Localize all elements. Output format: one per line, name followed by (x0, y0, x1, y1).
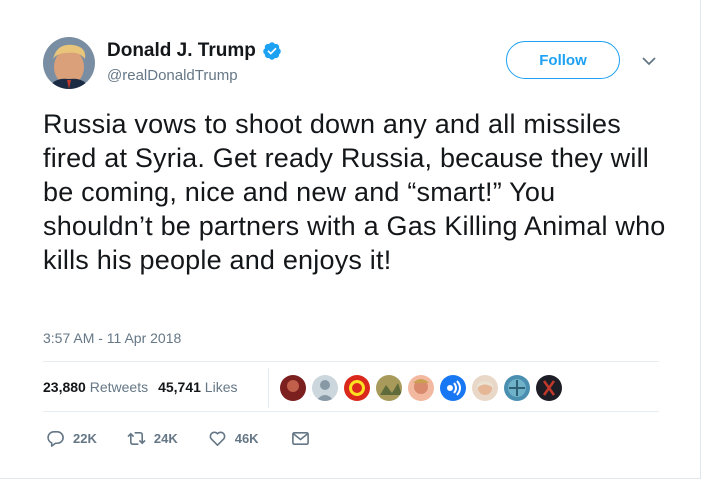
divider (43, 361, 659, 362)
verified-badge-icon (263, 42, 281, 60)
divider (43, 411, 659, 412)
tweet-timestamp[interactable]: 3:57 AM - 11 Apr 2018 (43, 330, 181, 346)
display-name-text[interactable]: Donald J. Trump (107, 40, 256, 62)
like-button[interactable]: 46K (208, 429, 259, 448)
retweets-stat[interactable]: 23,880 Retweets (43, 379, 148, 395)
likes-label: Likes (204, 379, 238, 395)
retweet-button[interactable]: 24K (127, 429, 178, 448)
liker-avatar[interactable] (440, 375, 466, 401)
likes-stat[interactable]: 45,741 Likes (158, 379, 237, 395)
likes-count: 45,741 (158, 379, 201, 395)
retweet-count: 24K (153, 431, 178, 446)
like-count: 46K (234, 431, 259, 446)
liker-avatar[interactable] (472, 375, 498, 401)
heart-icon (209, 431, 226, 446)
envelope-icon (291, 431, 309, 446)
tweet-text: Russia vows to shoot down any and all mi… (43, 109, 666, 275)
retweets-count: 23,880 (43, 379, 86, 395)
liker-avatar[interactable] (344, 375, 370, 401)
tweet-card: Donald J. Trump @realDonaldTrump Follow … (0, 0, 701, 479)
liker-avatar[interactable] (280, 375, 306, 401)
retweets-label: Retweets (89, 379, 149, 395)
engagement-stats: 23,880 Retweets 45,741 Likes (43, 379, 247, 395)
display-name[interactable]: Donald J. Trump (107, 40, 282, 62)
reply-icon (47, 431, 64, 447)
reply-count: 22K (73, 431, 97, 446)
liker-avatar[interactable] (312, 375, 338, 401)
liker-avatar[interactable] (376, 375, 402, 401)
stats-separator (268, 368, 269, 408)
chevron-down-icon[interactable] (641, 53, 657, 69)
retweet-icon (127, 431, 146, 446)
liker-avatar[interactable] (536, 375, 562, 401)
tweet-actions: 22K 24K 46K (46, 429, 310, 448)
avatar[interactable] (43, 37, 95, 89)
follow-button[interactable]: Follow (506, 41, 620, 79)
liker-avatar[interactable] (408, 375, 434, 401)
direct-message-button[interactable] (291, 429, 310, 448)
liker-avatar[interactable] (504, 375, 530, 401)
reply-button[interactable]: 22K (46, 429, 97, 448)
liker-avatars (280, 375, 562, 401)
user-handle[interactable]: @realDonaldTrump (107, 67, 238, 84)
